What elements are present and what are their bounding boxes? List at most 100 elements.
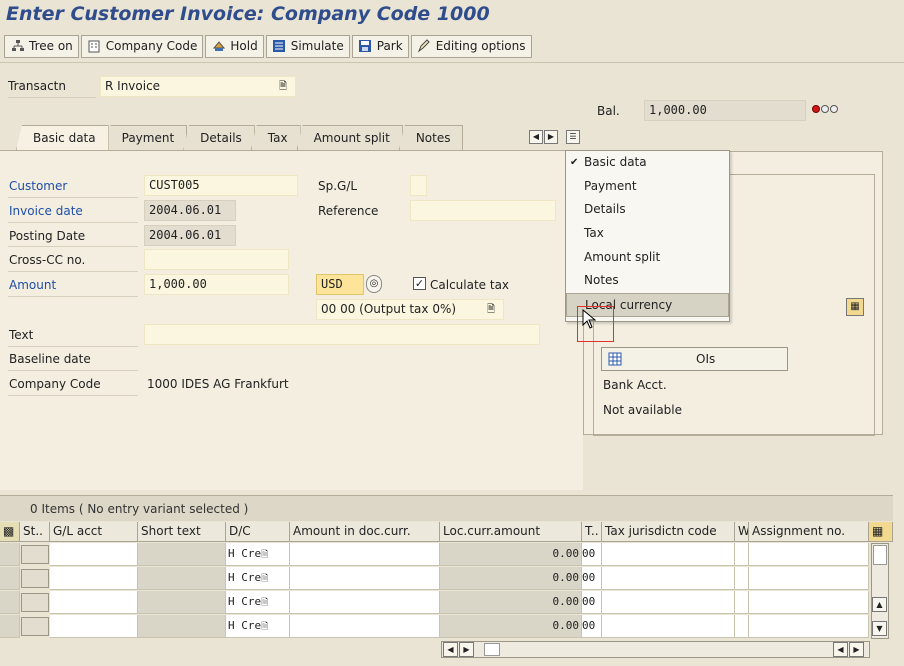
reference-field[interactable] <box>410 200 556 221</box>
tax-code-dropdown-icon[interactable]: 🗎 <box>487 300 495 319</box>
row-assignment[interactable] <box>749 615 869 638</box>
ois-button[interactable]: OIs <box>601 347 788 371</box>
editing-options-button[interactable]: Editing options <box>410 34 532 58</box>
row-tax-jurisdiction[interactable] <box>602 543 735 566</box>
scroll-down-icon[interactable]: ▼ <box>872 621 887 636</box>
row-dc[interactable]: H Cre🗎 <box>226 567 290 590</box>
company-code-button[interactable]: Company Code <box>80 34 204 58</box>
col-w[interactable]: W.. <box>735 522 749 542</box>
scroll-right-icon[interactable]: ▶ <box>459 642 474 657</box>
row-amount-doc[interactable] <box>290 615 440 638</box>
amount-field[interactable]: 1,000.00 <box>144 274 289 295</box>
row-assignment[interactable] <box>749 567 869 590</box>
row-selector[interactable] <box>0 615 20 638</box>
dc-dropdown-icon[interactable]: 🗎 <box>261 598 268 608</box>
row-amount-doc[interactable] <box>290 591 440 614</box>
menu-item-payment[interactable]: Payment <box>566 175 729 199</box>
row-selector[interactable] <box>0 567 20 590</box>
row-w-checkbox[interactable] <box>735 567 749 590</box>
menu-item-basic-data[interactable]: Basic data <box>566 151 729 175</box>
currency-search-icon[interactable]: ◎ <box>366 275 382 293</box>
row-w-checkbox[interactable] <box>735 543 749 566</box>
row-tax-jurisdiction[interactable] <box>602 567 735 590</box>
row-w-checkbox[interactable] <box>735 591 749 614</box>
posting-date-field[interactable]: 2004.06.01 <box>144 225 236 246</box>
row-tax[interactable]: 00 <box>582 567 602 590</box>
calculate-tax-label: Calculate tax <box>430 278 510 292</box>
row-dc[interactable]: H Cre🗎 <box>226 543 290 566</box>
spgl-field[interactable] <box>410 175 427 196</box>
col-gl-acct[interactable]: G/L acct <box>50 522 138 542</box>
tab-scroll-right-icon[interactable]: ▶ <box>544 130 558 144</box>
col-dc[interactable]: D/C <box>226 522 290 542</box>
row-tax[interactable]: 00 <box>582 615 602 638</box>
col-tax[interactable]: T.. <box>582 522 602 542</box>
tab-scroll-left-icon[interactable]: ◀ <box>529 130 543 144</box>
tab-basic-data[interactable]: Basic data <box>16 125 109 150</box>
dc-dropdown-icon[interactable]: 🗎 <box>261 574 268 584</box>
menu-item-notes[interactable]: Notes <box>566 269 729 293</box>
grid-horizontal-scrollbar[interactable] <box>441 641 870 658</box>
col-loc-amount[interactable]: Loc.curr.amount <box>440 522 582 542</box>
row-tax[interactable]: 00 <box>582 543 602 566</box>
row-status-button[interactable] <box>21 593 49 612</box>
col-amount-doc[interactable]: Amount in doc.curr. <box>290 522 440 542</box>
display-details-icon[interactable]: ▦ <box>846 298 864 316</box>
col-short-text[interactable]: Short text <box>138 522 226 542</box>
tab-amount-split[interactable]: Amount split <box>296 125 403 150</box>
row-status-button[interactable] <box>21 545 49 564</box>
h-scroll-thumb[interactable] <box>484 643 500 656</box>
scroll-far-left-icon[interactable]: ◀ <box>833 642 848 657</box>
tab-tax[interactable]: Tax <box>250 125 301 150</box>
row-selector[interactable] <box>0 543 20 566</box>
row-gl-acct[interactable] <box>50 591 138 614</box>
cross-cc-field[interactable] <box>144 249 289 270</box>
menu-item-amount-split[interactable]: Amount split <box>566 246 729 270</box>
tab-payment[interactable]: Payment <box>104 125 188 150</box>
hold-button[interactable]: Hold <box>205 34 264 58</box>
menu-item-tax[interactable]: Tax <box>566 222 729 246</box>
row-dc[interactable]: H Cre🗎 <box>226 615 290 638</box>
dropdown-list-icon[interactable]: 🗎 <box>279 77 287 96</box>
calculate-tax-checkbox[interactable]: ✓ <box>413 277 426 290</box>
tree-on-button[interactable]: Tree on <box>4 34 79 58</box>
row-status-button[interactable] <box>21 569 49 588</box>
scroll-thumb[interactable] <box>873 545 887 565</box>
row-gl-acct[interactable] <box>50 615 138 638</box>
col-tax-jurisdiction[interactable]: Tax jurisdictn code <box>602 522 735 542</box>
dc-dropdown-icon[interactable]: 🗎 <box>261 622 268 632</box>
menu-item-details[interactable]: Details <box>566 198 729 222</box>
row-gl-acct[interactable] <box>50 567 138 590</box>
scroll-far-right-icon[interactable]: ▶ <box>849 642 864 657</box>
col-assignment[interactable]: Assignment no. <box>749 522 869 542</box>
park-button[interactable]: Park <box>351 34 409 58</box>
transaction-field[interactable]: R Invoice 🗎 <box>100 76 296 97</box>
row-w-checkbox[interactable] <box>735 615 749 638</box>
row-assignment[interactable] <box>749 543 869 566</box>
tab-notes[interactable]: Notes <box>398 125 464 150</box>
row-selector[interactable] <box>0 591 20 614</box>
text-field[interactable] <box>144 324 540 345</box>
customer-field[interactable]: CUST005 <box>144 175 298 196</box>
row-gl-acct[interactable] <box>50 543 138 566</box>
row-assignment[interactable] <box>749 591 869 614</box>
tab-list-icon[interactable]: ☰ <box>566 130 580 144</box>
simulate-button[interactable]: Simulate <box>265 34 350 58</box>
row-tax[interactable]: 00 <box>582 591 602 614</box>
column-settings-icon[interactable]: ▦ <box>869 522 893 542</box>
select-all-icon[interactable]: ▩ <box>0 522 20 542</box>
col-st[interactable]: St.. <box>20 522 50 542</box>
scroll-up-icon[interactable]: ▲ <box>872 597 887 612</box>
row-amount-doc[interactable] <box>290 543 440 566</box>
row-amount-doc[interactable] <box>290 567 440 590</box>
tax-code-field[interactable]: 00 00 (Output tax 0%) 🗎 <box>316 299 504 320</box>
tab-details[interactable]: Details <box>183 125 255 150</box>
dc-dropdown-icon[interactable]: 🗎 <box>261 550 268 560</box>
scroll-left-icon[interactable]: ◀ <box>443 642 458 657</box>
currency-field[interactable]: USD <box>316 274 364 295</box>
row-tax-jurisdiction[interactable] <box>602 615 735 638</box>
row-dc[interactable]: H Cre🗎 <box>226 591 290 614</box>
invoice-date-field[interactable]: 2004.06.01 <box>144 200 236 221</box>
row-status-button[interactable] <box>21 617 49 636</box>
row-tax-jurisdiction[interactable] <box>602 591 735 614</box>
